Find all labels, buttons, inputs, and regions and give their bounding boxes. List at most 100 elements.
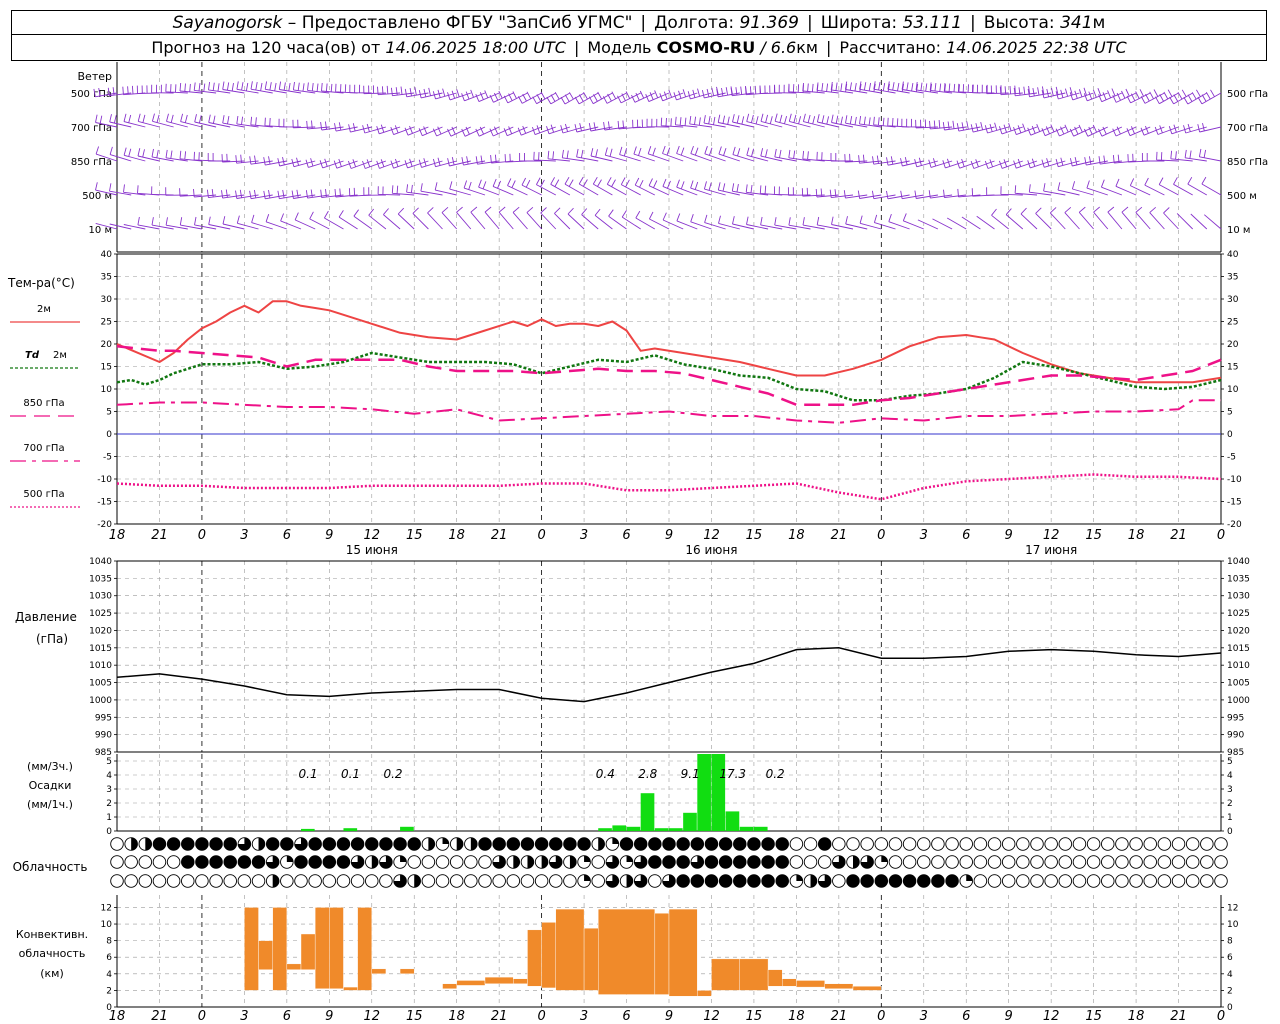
prec-grid-ytick-right: 2 [1227,799,1233,809]
temp-legend-label: 850 гПа [23,398,64,409]
cloud-cover-symbol [959,855,973,869]
pres-grid-ytick-right: 995 [1227,713,1244,723]
pres-grid-ytick-left: 995 [95,713,112,723]
wind-barb [574,91,599,105]
precip-total-label: 0.2 [383,767,402,781]
wind-barb [251,214,273,230]
temp-xtick: 15 [406,528,423,543]
cloud-cover-symbol [492,874,506,888]
wind-barb [676,179,698,196]
prec-grid-ytick-right: 5 [1227,757,1233,767]
cloud-cover-symbol [987,874,1002,888]
temp-xtick: 9 [1005,528,1013,543]
wind-barb [662,212,684,230]
cloud-cover-symbol [294,855,308,869]
cloud-cover-symbol [577,837,591,851]
cloud-cover-symbol [308,837,322,851]
temp-grid-ytick-right: -20 [1227,520,1242,530]
temp-xtick: 3 [240,528,248,543]
cloud-cover-symbol [506,874,521,888]
wind-barb [151,186,174,196]
wind-barb [1197,122,1222,133]
cloud-cover-symbol [931,874,945,888]
cloud-cover-symbol [987,855,1002,869]
pres-grid-ytick-right: 1040 [1227,557,1250,567]
wind-level-label-left: 850 гПа [71,157,112,168]
conv-cloud-bar [541,922,556,989]
cloud-cover-symbol [1185,837,1200,851]
wind-level-label-right: 500 м [1227,191,1257,202]
cloud-cover-fill [272,874,279,888]
conv-xtick: 9 [325,1009,333,1024]
wind-barb [1049,207,1066,230]
cloud-cover-symbol [902,855,917,869]
precip-bar [697,754,711,831]
wind-title: Ветер [78,70,112,83]
cloud-cover-symbol [648,874,662,888]
temp-grid-ytick-left: -10 [97,475,112,485]
wind-barb [1071,181,1094,196]
cloud-cover-symbol [336,855,351,869]
wind-barb [857,190,882,199]
conv-cloud-bar [767,969,783,987]
wind-barb [1184,149,1207,162]
cloud-cover-symbol [166,874,181,888]
wind-barb [774,217,797,230]
cloud-cover-symbol [478,855,492,869]
wind-barb [1149,206,1165,230]
cloud-cover-symbol [195,874,209,888]
cloud-cover-fill [145,837,152,851]
wind-barb [420,183,443,196]
wind-barb [662,145,684,162]
wind-barb [689,115,712,128]
wind-barb [123,113,146,128]
cloud-cover-symbol [648,855,662,869]
temp-xtick: 0 [877,528,885,543]
pres-grid-ytick-right: 990 [1227,731,1244,741]
conv-cloud-bar [824,983,854,989]
wind-barb [166,113,188,128]
wind-barb [250,81,273,94]
meteogram-chart: Ветер 500 гПа 500 гПа 700 гПа 700 гПа 850 гПа… [7,62,1268,1024]
conv-xtick: 18 [1128,1009,1145,1024]
cloud-cover-symbol [832,874,846,888]
cloud-cover-symbol [1200,874,1214,888]
cloud-cover-symbol [1016,855,1030,869]
cloud-cover-fill [414,874,421,888]
wind-level-label-right: 700 гПа [1227,123,1268,134]
wind-barb [1201,176,1222,196]
wind-barb [831,216,854,230]
cloud-cover-symbol [181,874,195,888]
wind-barb [441,206,458,230]
wind-barb [788,113,811,128]
cloud-cover-symbol [1171,855,1186,869]
precip-bar [626,826,641,831]
cloud-cover-symbol [251,855,266,869]
wind-barb [418,126,443,137]
cloud-cover-fill [853,855,860,869]
cloud-cover-symbol [449,855,464,869]
conv-cloud-bar [796,980,825,988]
wind-barb [531,125,556,136]
wind-barb [590,148,613,162]
wind-barb [151,148,174,162]
temp-xtick: 12 [1043,528,1060,543]
conv-cloud-bar [484,976,514,984]
cloud-cover-symbol [110,874,124,888]
wind-barb [1204,214,1222,230]
prec-ylabel3: (мм/1ч.) [27,798,73,811]
temp-xtick: 6 [962,528,970,543]
wind-barb [1078,206,1094,230]
conv-grid-ytick-right: 2 [1227,986,1233,996]
pres-grid-ytick-right: 1005 [1227,679,1250,689]
wind-barb [137,185,160,196]
cloud-cover-symbol [407,837,421,851]
wind-barb [547,150,570,162]
cloud-cover-symbol [591,855,605,869]
pres-grid-ytick-right: 1025 [1227,609,1250,619]
cloud-cover-symbol [945,874,959,888]
conv-xtick: 18 [109,1009,126,1024]
pres-grid-ytick-right: 1020 [1227,626,1250,636]
temp-legend-label: 500 гПа [23,489,64,500]
conv-xtick: 15 [746,1009,763,1024]
